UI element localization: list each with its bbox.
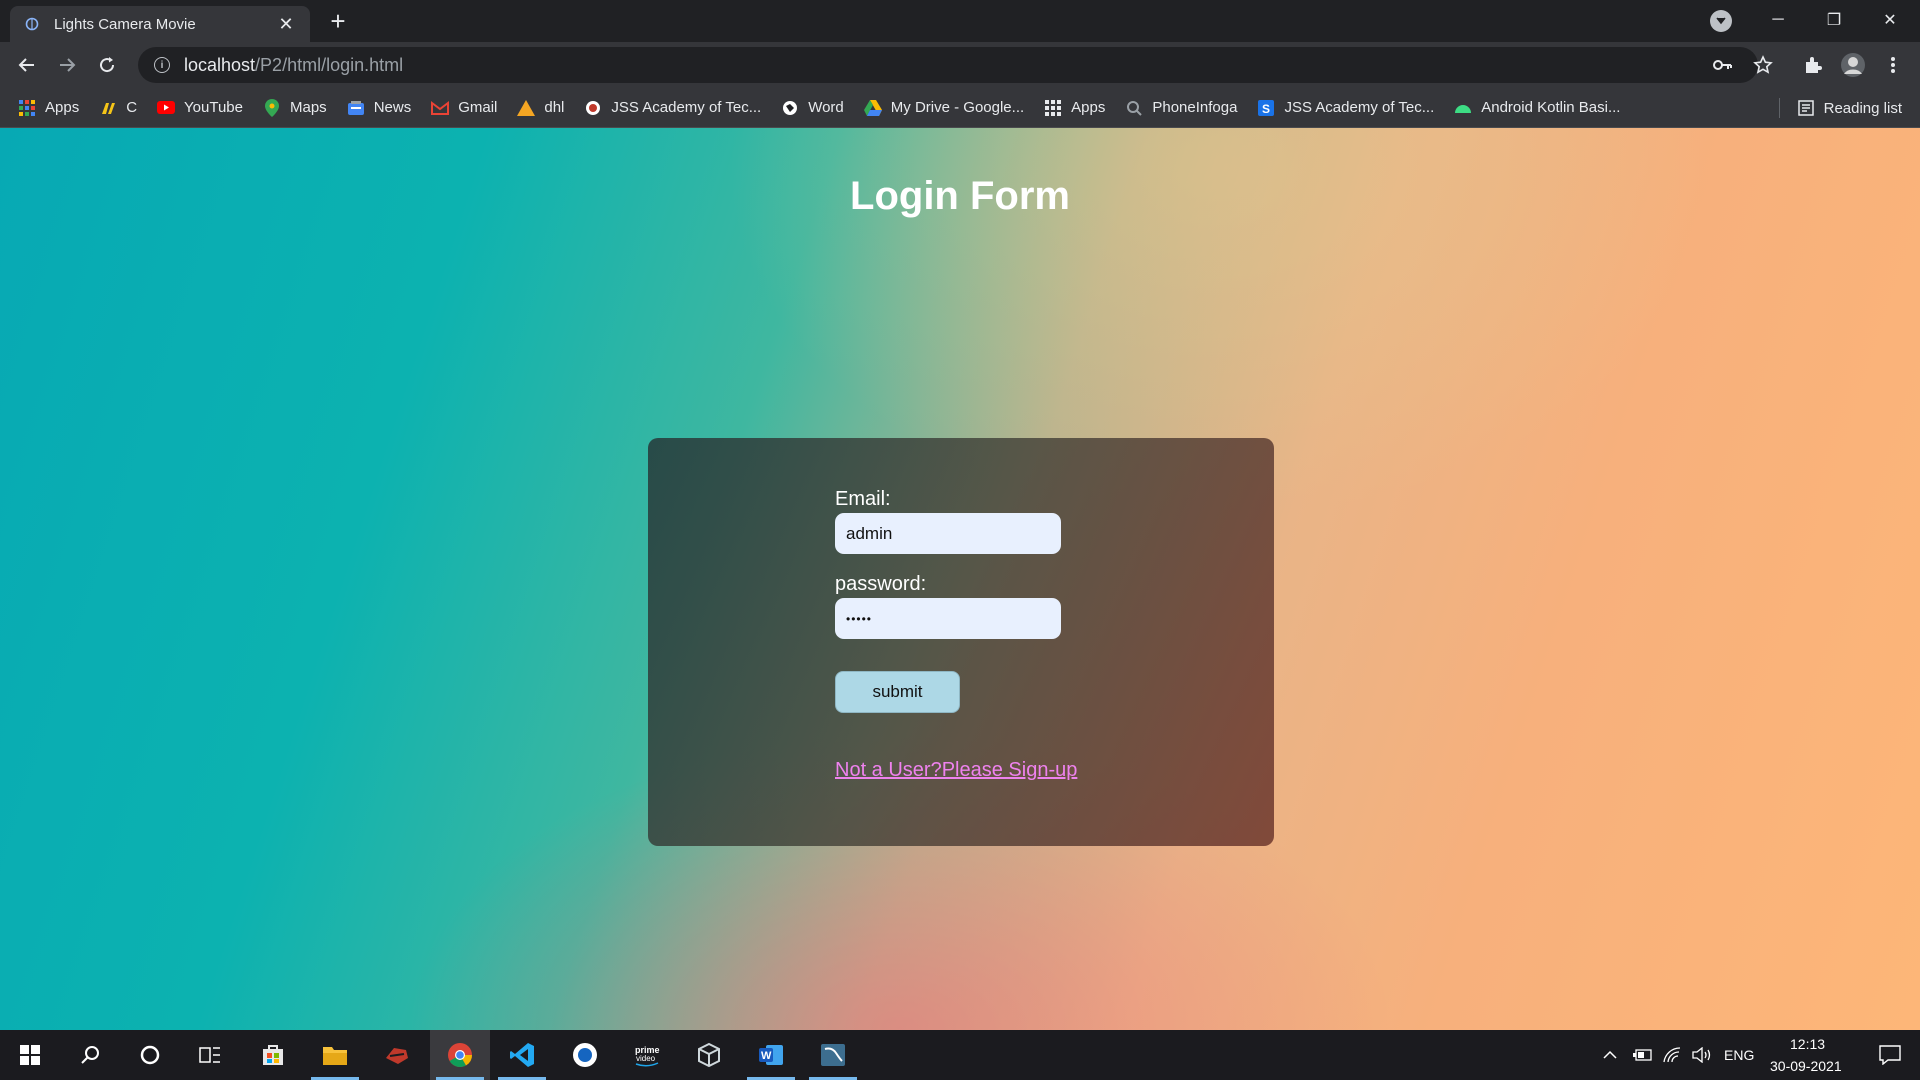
key-icon[interactable] <box>1710 52 1736 78</box>
notification-center-icon[interactable] <box>1860 1030 1920 1080</box>
tab-close-icon[interactable]: ✕ <box>276 14 296 35</box>
bookmark-word[interactable]: Word <box>781 99 844 117</box>
chevron-up-icon[interactable] <box>1595 1030 1625 1080</box>
email-label: Email: <box>835 488 891 510</box>
password-field[interactable]: ••••• <box>835 598 1061 639</box>
url-path: /P2/html/login.html <box>255 54 404 75</box>
bookmark-news[interactable]: News <box>347 99 411 117</box>
reading-list-icon <box>1797 99 1815 117</box>
file-explorer-icon[interactable] <box>305 1030 365 1080</box>
youtube-icon <box>157 99 176 117</box>
news-icon <box>347 99 365 117</box>
email-field[interactable] <box>835 513 1061 554</box>
password-label: password: <box>835 573 927 595</box>
blue-circle-app-icon[interactable] <box>555 1030 615 1080</box>
url-host: localhost <box>184 54 256 75</box>
google-drive-icon <box>863 99 882 117</box>
site-info-icon[interactable]: i <box>154 57 170 73</box>
bookmark-c[interactable]: C <box>99 99 137 117</box>
mysql-workbench-icon[interactable] <box>803 1030 863 1080</box>
bookmark-dhl[interactable]: dhl <box>517 99 564 117</box>
prime-video-icon[interactable]: prime video <box>617 1030 677 1080</box>
microsoft-store-icon[interactable] <box>243 1030 303 1080</box>
bookmark-star-icon[interactable] <box>1750 52 1776 78</box>
svg-text:W: W <box>761 1050 772 1062</box>
bookmark-gmail[interactable]: Gmail <box>431 99 497 117</box>
new-tab-button[interactable]: + <box>325 8 351 34</box>
bookmark-phoneinfoga[interactable]: PhoneInfoga <box>1125 99 1237 117</box>
reload-icon[interactable] <box>94 52 120 78</box>
signup-link[interactable]: Not a User?Please Sign-up <box>835 759 1077 782</box>
windows-start-icon[interactable] <box>0 1030 60 1080</box>
login-form-card: Email: password: ••••• submit Not a User… <box>648 438 1274 846</box>
profile-avatar[interactable] <box>1840 52 1866 78</box>
clock-date[interactable]: 30-09-2021 <box>1770 1058 1842 1074</box>
bookmark-jss-academy-1[interactable]: JSS Academy of Tec... <box>584 99 761 117</box>
clock-time[interactable]: 12:13 <box>1790 1036 1825 1052</box>
ms-word-icon[interactable]: W <box>741 1030 801 1080</box>
tab-search-icon[interactable] <box>1710 10 1732 32</box>
tab-strip: Lights Camera Movie ✕ + ─ ❐ ✕ <box>0 0 1920 42</box>
volume-icon[interactable] <box>1687 1030 1717 1080</box>
close-window-button[interactable]: ✕ <box>1862 0 1918 40</box>
windows-taskbar: prime video W ENG 12:13 30-09-2021 <box>0 1030 1920 1080</box>
bookmark-jss-academy-2[interactable]: S JSS Academy of Tec... <box>1257 99 1434 117</box>
reading-list-button[interactable]: Reading list <box>1797 88 1902 128</box>
bookmark-my-drive[interactable]: My Drive - Google... <box>863 99 1024 117</box>
virtualbox-cube-icon[interactable] <box>679 1030 739 1080</box>
browser-tab[interactable]: Lights Camera Movie ✕ <box>10 6 310 42</box>
bookmark-apps[interactable]: Apps <box>18 99 79 117</box>
phoneinfoga-icon <box>1125 99 1143 117</box>
address-bar[interactable]: i localhost/P2/html/login.html <box>138 47 1758 83</box>
submit-button[interactable]: submit <box>835 671 960 713</box>
page-viewport: Login Form Email: password: ••••• submit… <box>0 128 1920 1030</box>
globe-favicon-icon <box>24 16 40 32</box>
wifi-icon[interactable] <box>1657 1030 1687 1080</box>
language-indicator[interactable]: ENG <box>1724 1047 1754 1063</box>
android-icon <box>1454 99 1472 117</box>
forward-arrow-icon[interactable] <box>54 52 80 78</box>
maps-pin-icon <box>263 98 281 117</box>
tab-title: Lights Camera Movie <box>54 15 196 33</box>
back-arrow-icon[interactable] <box>14 52 40 78</box>
vscode-icon[interactable] <box>492 1030 552 1080</box>
red-app-icon[interactable] <box>367 1030 427 1080</box>
apps-grid-icon <box>18 99 36 117</box>
gmail-icon <box>431 99 450 117</box>
more-menu-icon[interactable] <box>1880 52 1906 78</box>
minimize-button[interactable]: ─ <box>1750 0 1806 40</box>
bookmarks-bar: Apps C YouTube Maps News Gmail dhl JSS A… <box>0 88 1920 128</box>
task-view-icon[interactable] <box>180 1030 240 1080</box>
bookmark-youtube[interactable]: YouTube <box>157 99 243 117</box>
apps-grid-icon <box>1044 99 1062 117</box>
restore-button[interactable]: ❐ <box>1806 0 1862 40</box>
codechef-icon <box>99 99 117 117</box>
chrome-icon[interactable] <box>430 1030 490 1080</box>
cortana-icon[interactable] <box>120 1030 180 1080</box>
svg-text:S: S <box>1262 102 1270 116</box>
dhl-triangle-icon <box>517 99 536 117</box>
bookmark-apps-2[interactable]: Apps <box>1044 99 1105 117</box>
page-title: Login Form <box>850 174 1070 218</box>
bookmark-maps[interactable]: Maps <box>263 98 327 117</box>
battery-icon[interactable] <box>1627 1030 1657 1080</box>
svg-text:video: video <box>636 1054 656 1063</box>
jss-s-icon: S <box>1257 99 1275 117</box>
word-globe-icon <box>781 99 799 117</box>
browser-toolbar: i localhost/P2/html/login.html <box>0 42 1920 88</box>
bookmark-android-kotlin[interactable]: Android Kotlin Basi... <box>1454 99 1620 117</box>
extensions-puzzle-icon[interactable] <box>1800 52 1826 78</box>
jss-logo-icon <box>584 99 602 117</box>
bookmarks-separator <box>1779 98 1780 118</box>
search-icon[interactable] <box>60 1030 120 1080</box>
